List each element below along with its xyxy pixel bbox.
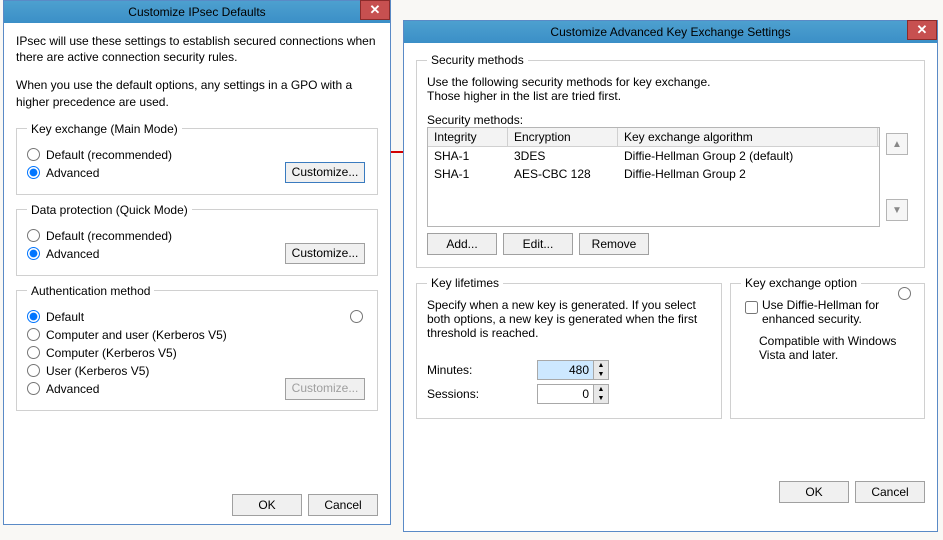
radio-label: Advanced [46, 382, 99, 396]
minutes-label: Minutes: [427, 363, 537, 377]
sessions-spinner[interactable]: ▲ ▼ [537, 384, 609, 404]
close-icon[interactable]: ✕ [360, 0, 390, 20]
sessions-label: Sessions: [427, 387, 537, 401]
radio-computer[interactable] [27, 346, 40, 359]
group-legend: Key lifetimes [427, 276, 503, 290]
titlebar: Customize IPsec Defaults ✕ [4, 1, 390, 23]
radio-ko[interactable] [898, 287, 911, 300]
table-label: Security methods: [427, 113, 914, 127]
group-security-methods: Security methods Use the following secur… [416, 53, 925, 268]
dialog-key-exchange-settings: Customize Advanced Key Exchange Settings… [403, 20, 938, 532]
spin-up-icon[interactable]: ▲ [594, 361, 608, 370]
titlebar: Customize Advanced Key Exchange Settings… [404, 21, 937, 43]
spin-up-icon[interactable]: ▲ [594, 385, 608, 394]
sessions-input[interactable] [538, 385, 593, 403]
radio-label: User (Kerberos V5) [46, 364, 149, 378]
th-algorithm: Key exchange algorithm [618, 128, 878, 146]
dialog-title: Customize IPsec Defaults [4, 5, 390, 19]
table-row[interactable]: SHA-1 3DES Diffie-Hellman Group 2 (defau… [428, 147, 879, 165]
radio-default[interactable] [27, 310, 40, 323]
customize-button[interactable]: Customize... [285, 243, 365, 264]
desc-text: When you use the default options, any se… [16, 77, 378, 109]
minutes-spinner[interactable]: ▲ ▼ [537, 360, 609, 380]
group-legend: Key exchange (Main Mode) [27, 122, 182, 136]
compat-text: Compatible with Windows Vista and later. [759, 334, 914, 362]
dialog-ipsec-defaults: Customize IPsec Defaults ✕ IPsec will us… [3, 0, 391, 525]
group-data-protection: Data protection (Quick Mode) Default (re… [16, 203, 378, 276]
spin-down-icon[interactable]: ▼ [594, 370, 608, 379]
radio-advanced[interactable] [27, 382, 40, 395]
radio-advanced[interactable] [27, 247, 40, 260]
radio-user[interactable] [27, 364, 40, 377]
checkbox-dh[interactable] [745, 301, 758, 314]
group-legend: Authentication method [27, 284, 154, 298]
radio-label: Default [46, 310, 84, 324]
radio-default[interactable] [27, 229, 40, 242]
remove-button[interactable]: Remove [579, 233, 649, 255]
ok-button[interactable]: OK [779, 481, 849, 503]
group-key-exchange-option: Key exchange option Use Diffie-Hellman f… [730, 276, 925, 419]
desc-text: IPsec will use these settings to establi… [16, 33, 378, 65]
checkbox-label: Use Diffie-Hellman for enhanced security… [762, 298, 914, 326]
radio-advanced[interactable] [27, 166, 40, 179]
group-legend: Key exchange option [741, 276, 861, 290]
group-auth-method: Authentication method Default Computer a… [16, 284, 378, 411]
radio-label: Default (recommended) [46, 148, 172, 162]
cancel-button[interactable]: Cancel [855, 481, 925, 503]
customize-button-disabled: Customize... [285, 378, 365, 400]
table-row[interactable]: SHA-1 AES-CBC 128 Diffie-Hellman Group 2 [428, 165, 879, 183]
group-key-exchange: Key exchange (Main Mode) Default (recomm… [16, 122, 378, 195]
group-legend: Security methods [427, 53, 528, 67]
close-icon[interactable]: ✕ [907, 20, 937, 40]
radio-label: Advanced [46, 166, 99, 180]
customize-button[interactable]: Customize... [285, 162, 365, 183]
radio-computer-user[interactable] [27, 328, 40, 341]
radio-default[interactable] [27, 148, 40, 161]
radio-label: Default (recommended) [46, 229, 172, 243]
group-key-lifetimes: Key lifetimes Specify when a new key is … [416, 276, 722, 419]
spin-down-icon[interactable]: ▼ [594, 394, 608, 403]
desc-text: Use the following security methods for k… [427, 75, 914, 89]
desc-text: Specify when a new key is generated. If … [427, 298, 711, 340]
dialog-title: Customize Advanced Key Exchange Settings [404, 25, 937, 39]
cancel-button[interactable]: Cancel [308, 494, 378, 516]
desc-text: Those higher in the list are tried first… [427, 89, 914, 103]
ok-button[interactable]: OK [232, 494, 302, 516]
th-encryption: Encryption [508, 128, 618, 146]
edit-button[interactable]: Edit... [503, 233, 573, 255]
group-legend: Data protection (Quick Mode) [27, 203, 192, 217]
radio-label: Advanced [46, 247, 99, 261]
move-down-icon[interactable]: ▼ [886, 199, 908, 221]
minutes-input[interactable] [538, 361, 593, 379]
radio-label: Computer and user (Kerberos V5) [46, 328, 227, 342]
th-integrity: Integrity [428, 128, 508, 146]
radio-extra[interactable] [350, 310, 363, 323]
security-methods-table[interactable]: Integrity Encryption Key exchange algori… [427, 127, 880, 227]
move-up-icon[interactable]: ▲ [886, 133, 908, 155]
add-button[interactable]: Add... [427, 233, 497, 255]
radio-label: Computer (Kerberos V5) [46, 346, 177, 360]
